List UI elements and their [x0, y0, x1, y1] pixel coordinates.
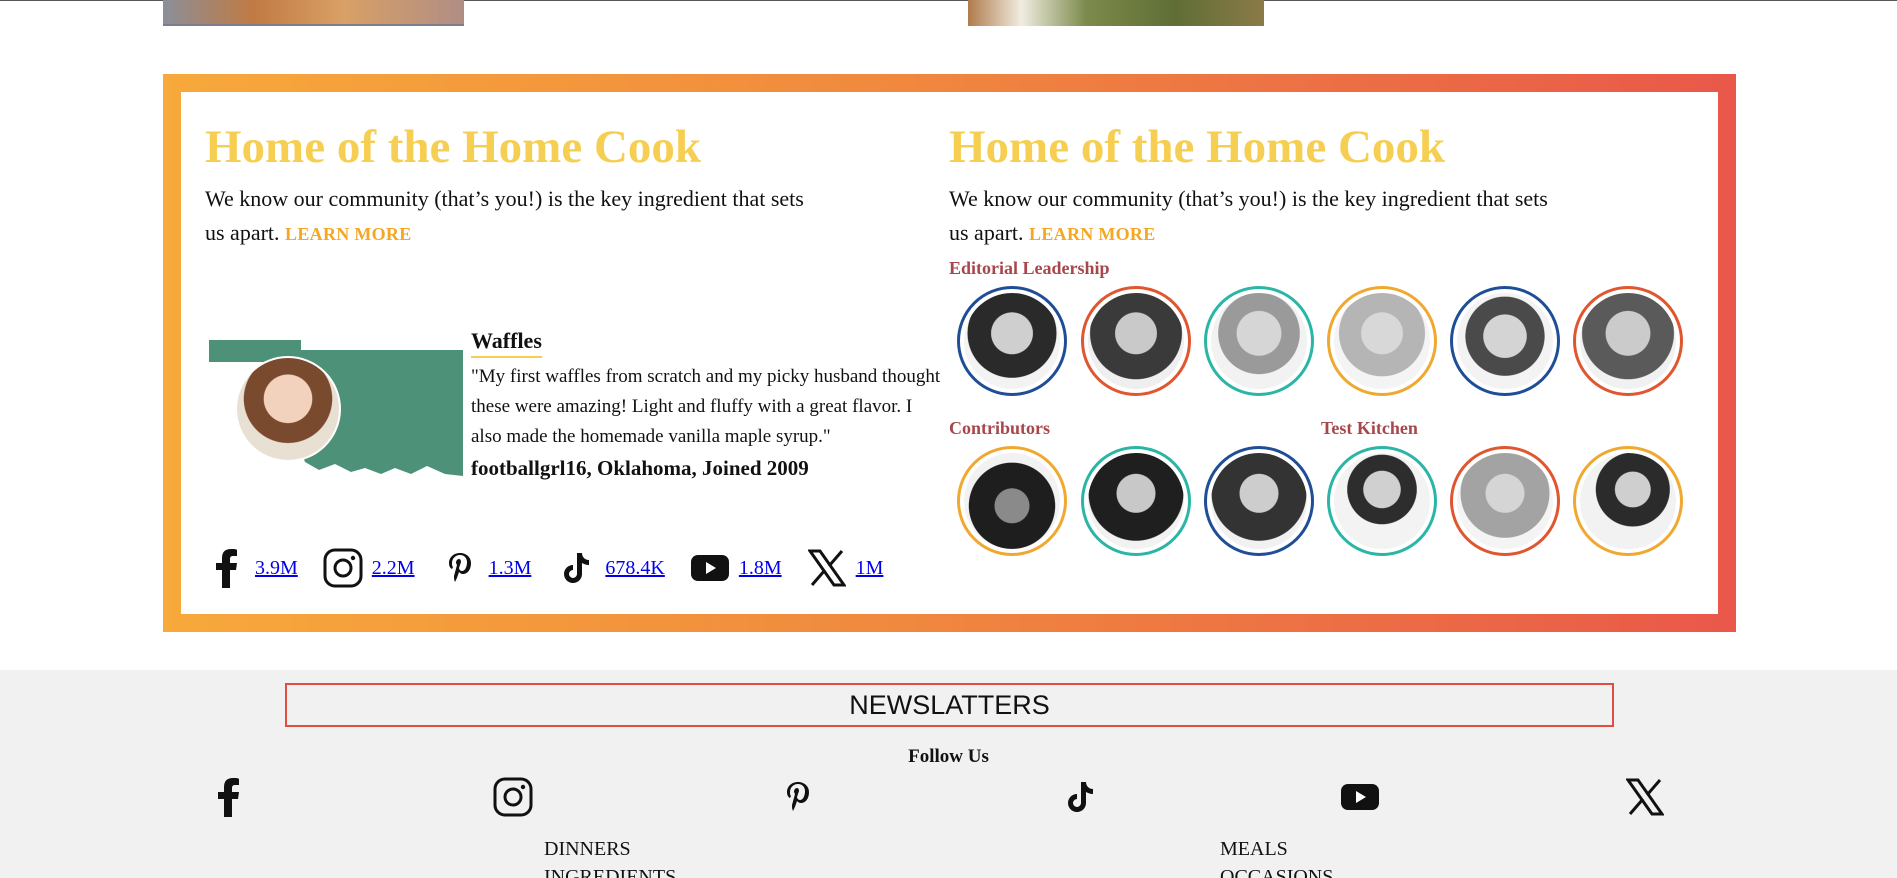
editorial-leadership-label: Editorial Leadership	[949, 258, 1110, 278]
contributors-label: Contributors	[949, 418, 1051, 438]
staff-avatar[interactable]	[1573, 286, 1683, 396]
social-instagram[interactable]: 2.2M	[322, 547, 415, 589]
social-counts: 3.9M 2.2M 1.3M 678.4K 1.8M 1M	[205, 547, 907, 589]
learn-more-link-right[interactable]: LEARN MORE	[1029, 224, 1156, 244]
social-tiktok[interactable]: 678.4K	[555, 547, 665, 589]
promo-block-right: Home of the Home Cook We know our commun…	[949, 92, 1589, 251]
youtube-icon	[689, 547, 731, 589]
footer-instagram-icon[interactable]	[490, 774, 536, 820]
instagram-icon	[322, 547, 364, 589]
staff-avatar[interactable]	[1450, 446, 1560, 556]
staff-avatar[interactable]	[1081, 286, 1191, 396]
staff-avatar[interactable]	[1081, 446, 1191, 556]
tiktok-count: 678.4K	[605, 556, 665, 579]
pinterest-count: 1.3M	[488, 556, 532, 579]
footer-link-dinners[interactable]: DINNERS	[544, 838, 631, 861]
promo-title-right: Home of the Home Cook	[949, 121, 1446, 173]
promo-block-left: Home of the Home Cook We know our commun…	[205, 92, 845, 251]
learn-more-link[interactable]: LEARN MORE	[285, 224, 412, 244]
social-facebook[interactable]: 3.9M	[205, 547, 298, 589]
staff-avatar[interactable]	[1327, 446, 1437, 556]
staff-avatar[interactable]	[1327, 286, 1437, 396]
staff-avatar[interactable]	[1573, 446, 1683, 556]
home-cook-promo: Home of the Home Cook We know our commun…	[163, 74, 1736, 632]
social-x[interactable]: 1M	[806, 547, 884, 589]
review-quote: "My first waffles from scratch and my pi…	[471, 366, 941, 447]
tiktok-icon	[555, 547, 597, 589]
facebook-icon	[205, 547, 247, 589]
footer-facebook-icon[interactable]	[205, 774, 251, 820]
footer-tiktok-icon[interactable]	[1057, 774, 1103, 820]
review-text: Waffles "My first waffles from scratch a…	[471, 328, 946, 481]
promo-inner: Home of the Home Cook We know our commun…	[181, 92, 1718, 614]
footer-x-icon[interactable]	[1622, 774, 1668, 820]
review-recipe-name[interactable]: Waffles	[471, 328, 542, 358]
newsletter-button[interactable]: NEWSLATTERS	[285, 683, 1614, 727]
test-kitchen-label: Test Kitchen	[1321, 418, 1418, 438]
social-pinterest[interactable]: 1.3M	[439, 547, 532, 589]
staff-avatar[interactable]	[1204, 446, 1314, 556]
featured-review: Waffles "My first waffles from scratch a…	[205, 328, 945, 528]
footer-link-ingredients[interactable]: INGREDIENTS	[544, 866, 676, 878]
footer-link-occasions[interactable]: OCCASIONS	[1220, 866, 1333, 878]
promo-description: We know our community (that’s you!) is t…	[205, 182, 805, 251]
facebook-count: 3.9M	[255, 556, 298, 579]
recipe-thumbnail-left[interactable]	[163, 0, 464, 26]
follow-us-heading: Follow Us	[908, 746, 989, 767]
x-count: 1M	[855, 556, 884, 579]
reviewer-name: footballgrl16, Oklahoma, Joined 2009	[471, 456, 809, 480]
staff-avatar[interactable]	[1204, 286, 1314, 396]
promo-title: Home of the Home Cook	[205, 121, 702, 173]
youtube-count: 1.8M	[738, 556, 782, 579]
recipe-thumbnail-right[interactable]	[968, 0, 1264, 26]
footer-youtube-icon[interactable]	[1337, 774, 1383, 820]
promo-description-right: We know our community (that’s you!) is t…	[949, 182, 1549, 251]
reviewer-avatar	[235, 356, 341, 462]
x-icon	[806, 547, 848, 589]
instagram-count: 2.2M	[371, 556, 415, 579]
staff-avatar[interactable]	[1450, 286, 1560, 396]
site-footer: NEWSLATTERS Follow Us DINNERS INGREDIENT…	[0, 670, 1897, 878]
staff-avatar[interactable]	[957, 286, 1067, 396]
footer-pinterest-icon[interactable]	[775, 774, 821, 820]
staff-avatar[interactable]	[957, 446, 1067, 556]
footer-link-meals[interactable]: MEALS	[1220, 838, 1288, 861]
social-youtube[interactable]: 1.8M	[689, 547, 782, 589]
pinterest-icon	[439, 547, 481, 589]
